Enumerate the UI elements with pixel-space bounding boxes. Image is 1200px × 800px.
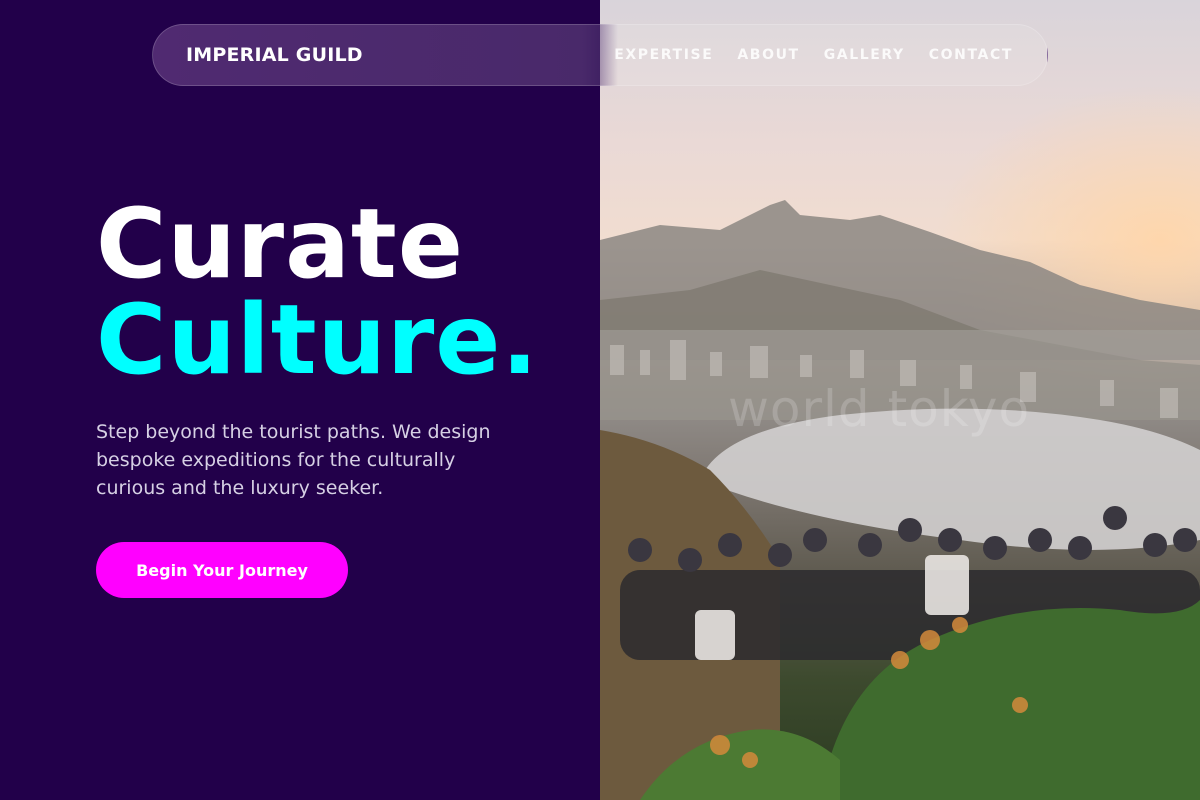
nav-links: EXPERTISE ABOUT GALLERY CONTACT xyxy=(614,47,1013,63)
nav-link-expertise[interactable]: EXPERTISE xyxy=(614,47,713,63)
brand-logo-text[interactable]: IMPERIAL GUILD xyxy=(186,44,363,66)
hero-title: Curate Culture. xyxy=(96,196,539,388)
begin-journey-button[interactable]: Begin Your Journey xyxy=(96,542,348,598)
top-navbar: IMPERIAL GUILD EXPERTISE ABOUT GALLERY C… xyxy=(152,24,1048,86)
hero-description: Step beyond the tourist paths. We design… xyxy=(96,421,491,499)
hero-title-line1: Curate xyxy=(96,188,464,300)
nav-link-contact[interactable]: CONTACT xyxy=(929,47,1013,63)
hero-photo: world tokyo xyxy=(600,0,1200,800)
left-panel xyxy=(0,0,600,800)
photo-watermark: world tokyo xyxy=(728,380,1031,438)
landing-page: world tokyo IMPERIAL GUILD EXPERTISE ABO… xyxy=(0,0,1200,800)
nav-link-about[interactable]: ABOUT xyxy=(737,47,799,63)
nav-link-gallery[interactable]: GALLERY xyxy=(824,47,905,63)
hero-title-line2: Culture. xyxy=(96,284,539,396)
